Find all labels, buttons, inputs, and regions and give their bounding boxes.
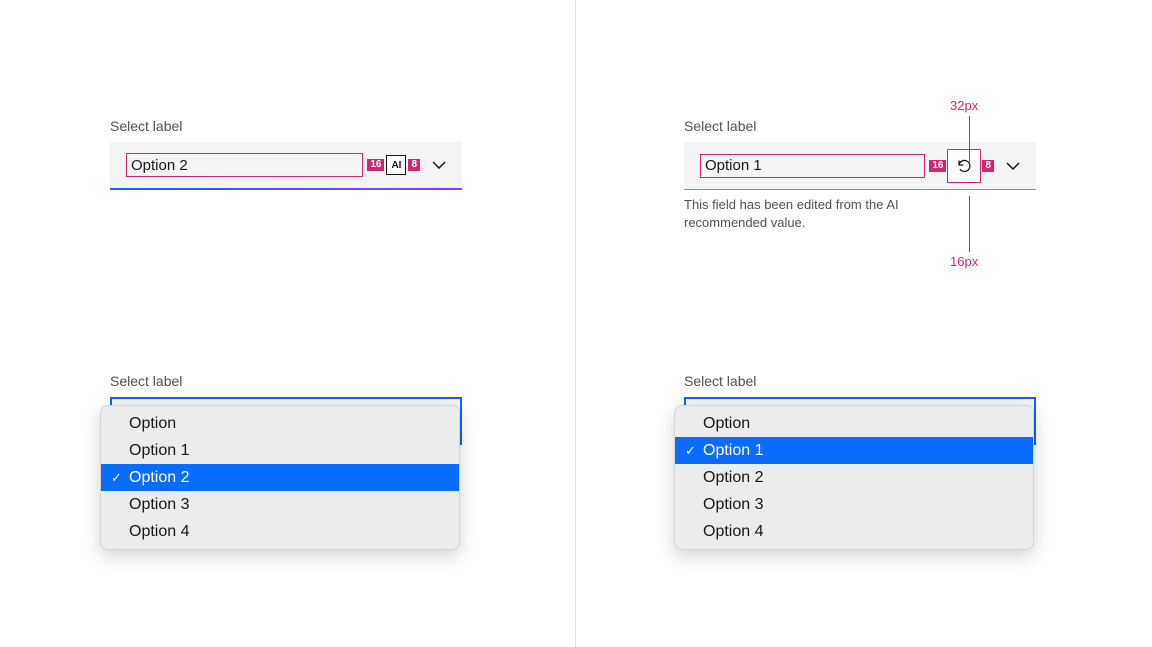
select-value-box: Option 1 — [700, 154, 925, 178]
chevron-down-icon[interactable] — [1006, 157, 1020, 175]
dropdown-option[interactable]: Option 1 — [101, 437, 459, 464]
vertical-divider — [575, 0, 576, 647]
select-label: Select label — [110, 118, 462, 134]
select-label: Select label — [684, 118, 1036, 134]
select-value-box: Option 2 — [126, 153, 363, 177]
undo-icon — [956, 158, 972, 174]
dropdown-option[interactable]: Option 3 — [101, 491, 459, 518]
chevron-down-icon[interactable] — [432, 156, 446, 174]
px-annotation-8: 8 — [982, 160, 994, 172]
dropdown-option[interactable]: Option — [101, 410, 459, 437]
select-value: Option 2 — [131, 157, 188, 174]
px-annotation-16: 16 — [929, 160, 946, 172]
example-right-edited-select: Select label Option 1 16 8 This field ha… — [684, 118, 1036, 232]
select-field-edited[interactable]: Option 1 16 8 — [684, 142, 1036, 190]
dropdown-option[interactable]: Option 4 — [101, 518, 459, 545]
dropdown-menu: OptionOption 1Option 2Option 3Option 4 — [674, 405, 1034, 550]
px-annotation-16: 16 — [367, 159, 384, 171]
annotation-line-top — [969, 116, 970, 162]
annotation-32px: 32px — [950, 98, 978, 113]
dropdown-option[interactable]: Option — [675, 410, 1033, 437]
select-label: Select label — [684, 373, 1036, 389]
annotation-16px: 16px — [950, 254, 978, 269]
select-value: Option 1 — [705, 157, 762, 174]
dropdown-menu: OptionOption 1Option 2Option 3Option 4 — [100, 405, 460, 550]
ai-badge: AI — [386, 155, 406, 175]
example-left-ai-select: Select label Option 2 16 AI 8 — [110, 118, 462, 190]
revert-button[interactable] — [948, 150, 980, 182]
dropdown-option[interactable]: Option 1 — [675, 437, 1033, 464]
annotation-line-bottom — [969, 196, 970, 252]
dropdown-option[interactable]: Option 2 — [101, 464, 459, 491]
px-annotation-8: 8 — [408, 159, 420, 171]
example-left-open-select: Select label OptionOption 1Option 2Optio… — [110, 373, 462, 445]
select-label: Select label — [110, 373, 462, 389]
dropdown-option[interactable]: Option 3 — [675, 491, 1033, 518]
dropdown-option[interactable]: Option 4 — [675, 518, 1033, 545]
dropdown-option[interactable]: Option 2 — [675, 464, 1033, 491]
select-field-ai[interactable]: Option 2 16 AI 8 — [110, 142, 462, 190]
example-right-open-select: Select label OptionOption 1Option 2Optio… — [684, 373, 1036, 445]
helper-text: This field has been edited from the AI r… — [684, 196, 984, 232]
revert-button-wrapper — [948, 150, 980, 182]
